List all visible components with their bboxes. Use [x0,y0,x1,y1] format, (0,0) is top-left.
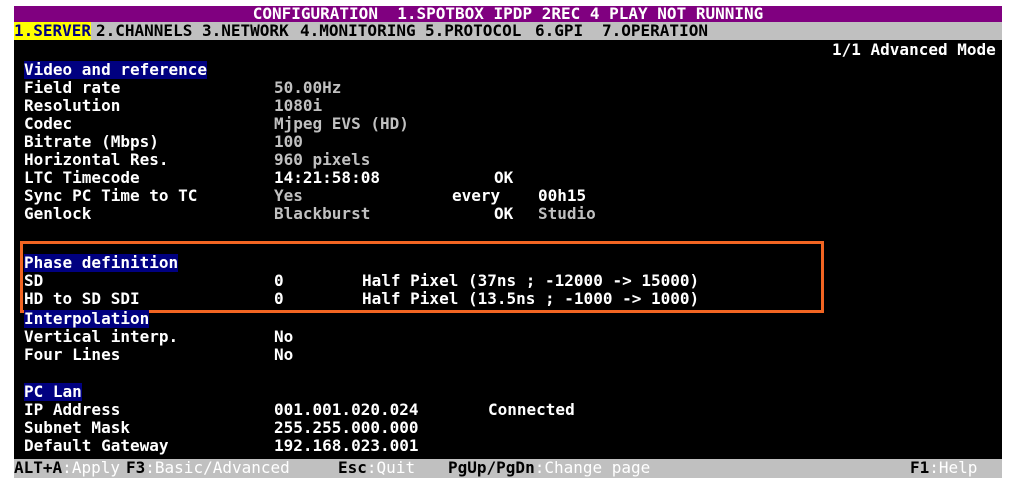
section-heading-interpolation: Interpolation [24,309,150,328]
genlock-extra: Studio [538,204,596,223]
horizontal-res-label: Horizontal Res. [24,150,169,169]
quit-label: Quit [376,458,416,477]
default-gateway-value[interactable]: 192.168.023.001 [274,437,419,455]
default-gateway-label: Default Gateway [24,436,169,455]
phase-sd-desc: Half Pixel (37ns ; -12000 -> 15000) [362,271,700,290]
quit-key: Esc [338,458,367,477]
help-separator: : [929,458,939,477]
phase-hd-sd-desc: Half Pixel (13.5ns ; -1000 -> 1000) [362,289,700,308]
phase-sd-value[interactable]: 0 [274,272,284,290]
phase-hd-sd-value[interactable]: 0 [274,290,284,308]
apply-key: ALT+A [14,458,63,477]
field-rate-value[interactable]: 50.00Hz [274,79,341,97]
ip-address-value[interactable]: 001.001.020.024 [274,401,419,419]
tab-gpi[interactable]: 6.GPI [535,22,583,40]
section-heading-pclan: PC Lan [24,382,82,401]
apply-shortcut[interactable]: ALT+A:Apply [14,459,120,477]
phase-hd-sd-label: HD to SD SDI [24,289,140,308]
help-shortcut[interactable]: F1:Help [910,459,977,477]
tab-server[interactable]: 1.SERVER [14,22,92,40]
page-indicator: 1/1 Advanced Mode [832,40,996,59]
sync-pc-label: Sync PC Time to TC [24,186,198,205]
help-label: Help [938,458,978,477]
four-lines-label: Four Lines [24,345,121,364]
vertical-interp-label: Vertical interp. [24,327,179,346]
connection-status: Connected [488,400,575,419]
resolution-value[interactable]: 1080i [274,97,322,115]
subnet-mask-label: Subnet Mask [24,418,130,437]
horizontal-res-value[interactable]: 960 pixels [274,151,370,169]
field-rate-label: Field rate [24,78,121,97]
mode-separator: : [145,458,155,477]
genlock-value[interactable]: Blackburst [274,205,370,223]
tab-network[interactable]: 3.NETWORK [202,22,289,40]
ltc-timecode-label: LTC Timecode [24,168,140,187]
apply-label: Apply [71,458,120,477]
page-shortcut[interactable]: PgUp/PgDn:Change page [448,459,650,477]
phase-sd-label: SD [24,271,44,290]
title-bar: CONFIGURATION 1.SPOTBOX IPDP 2REC 4 PLAY… [14,6,1002,23]
help-key: F1 [910,458,930,477]
tab-operation[interactable]: 7.OPERATION [602,22,708,40]
genlock-status: OK [494,204,514,223]
quit-separator: : [366,458,377,477]
mode-label: Basic/Advanced [154,458,290,477]
genlock-label: Genlock [24,204,92,223]
codec-label: Codec [24,114,73,133]
mode-key: F3 [126,458,146,477]
bitrate-label: Bitrate (Mbps) [24,132,159,151]
section-heading-phase: Phase definition [24,253,179,272]
page-separator: : [534,458,545,477]
apply-separator: : [62,458,72,477]
page-label: Change page [544,458,651,477]
quit-shortcut[interactable]: Esc:Quit [338,459,415,477]
status-bar: ALT+A:Apply F3:Basic/Advanced Esc:Quit P… [14,459,1002,478]
vertical-interp-value[interactable]: No [274,328,293,346]
ltc-status: OK [494,168,514,187]
mode-shortcut[interactable]: F3:Basic/Advanced [126,459,290,477]
ltc-timecode-value: 14:21:58:08 [274,168,380,187]
bitrate-value[interactable]: 100 [274,133,303,151]
tab-channels[interactable]: 2.CHANNELS [96,22,192,40]
sync-every-value[interactable]: 00h15 [538,187,586,205]
ip-address-label: IP Address [24,400,121,419]
terminal-window: CONFIGURATION 1.SPOTBOX IPDP 2REC 4 PLAY… [14,6,1002,478]
tab-protocol[interactable]: 5.PROTOCOL [425,22,521,40]
codec-value[interactable]: Mjpeg EVS (HD) [274,115,409,133]
tab-bar: 1.SERVER 2.CHANNELS 3.NETWORK 4.MONITORI… [14,22,1002,40]
resolution-label: Resolution [24,96,121,115]
four-lines-value[interactable]: No [274,346,293,364]
tab-monitoring[interactable]: 4.MONITORING [300,22,416,40]
sync-pc-value[interactable]: Yes [274,187,303,205]
sync-every-label: every [452,186,501,205]
page-key: PgUp/PgDn [448,458,535,477]
section-heading-video: Video and reference [24,60,208,79]
subnet-mask-value[interactable]: 255.255.000.000 [274,419,419,437]
